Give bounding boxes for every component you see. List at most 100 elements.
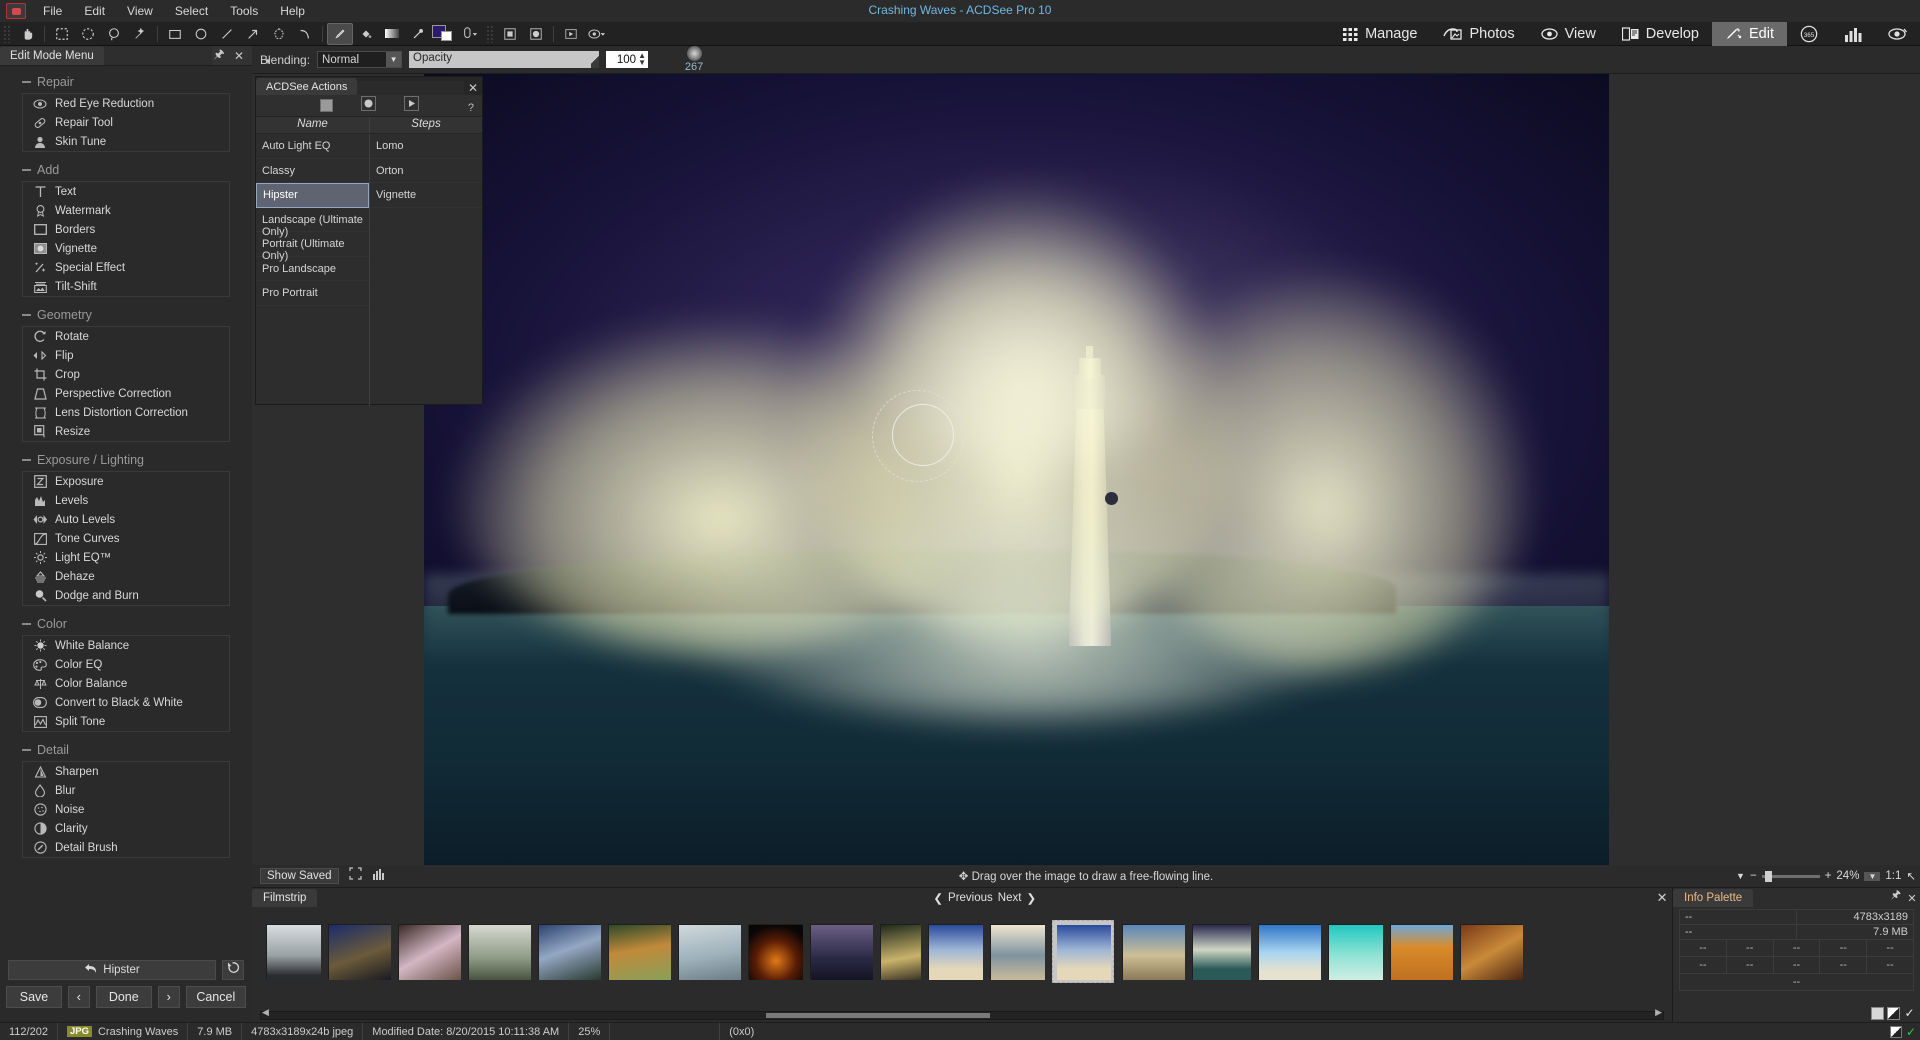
tool-noise[interactable]: Noise [23, 800, 229, 819]
tool-convert-to-black-and-white[interactable]: Convert to Black & White [23, 693, 229, 712]
fill-circle-icon[interactable] [523, 23, 549, 45]
line-tool-icon[interactable] [214, 23, 240, 45]
toolbar-grip-2[interactable] [486, 25, 495, 43]
zoom-slider-handle[interactable] [1765, 871, 1772, 882]
tool-dodge-and-burn[interactable]: Dodge and Burn [23, 586, 229, 605]
opacity-slider[interactable]: Opacity [409, 51, 599, 68]
actions-steps-column[interactable]: LomoOrtonVignette [370, 134, 482, 406]
done-button[interactable]: Done [96, 986, 152, 1008]
filmstrip-scrollbar[interactable]: ◀ ▶ [260, 1011, 1664, 1020]
filmstrip-thumbnail[interactable] [1390, 924, 1452, 979]
chevron-right-icon[interactable]: ❯ [1026, 891, 1036, 905]
filmstrip-thumbnails[interactable] [252, 907, 1672, 995]
rectangle-shape-icon[interactable] [162, 23, 188, 45]
fill-square-icon[interactable] [497, 23, 523, 45]
close-icon[interactable]: ✕ [464, 81, 482, 95]
action-row[interactable]: Hipster [256, 183, 369, 208]
checkmark-icon[interactable]: ✓ [1906, 1025, 1916, 1039]
magic-wand-icon[interactable] [127, 23, 153, 45]
tool-tone-curves[interactable]: Tone Curves [23, 529, 229, 548]
filmstrip-thumbnail[interactable] [1460, 924, 1522, 979]
draw-brush-icon[interactable] [327, 23, 353, 45]
mode-edit[interactable]: Edit [1712, 22, 1787, 46]
tool-repair-tool[interactable]: Repair Tool [23, 113, 229, 132]
tool-white-balance[interactable]: White Balance [23, 636, 229, 655]
ellipse-shape-icon[interactable] [188, 23, 214, 45]
tool-levels[interactable]: Levels [23, 491, 229, 510]
fill-bucket-icon[interactable] [353, 23, 379, 45]
filmstrip-thumbnail[interactable] [748, 924, 802, 979]
brush-size-widget[interactable]: 267 [677, 46, 711, 73]
channel-split-icon[interactable] [1887, 1007, 1900, 1020]
action-row[interactable]: Auto Light EQ [256, 134, 369, 159]
record-icon[interactable] [361, 96, 376, 116]
histogram-icon[interactable] [372, 867, 385, 885]
bucket-dropdown-icon[interactable] [457, 23, 483, 45]
play-icon[interactable] [404, 96, 419, 116]
tool-tilt-shift[interactable]: Tilt-Shift [23, 277, 229, 296]
chevron-down-icon[interactable]: ▼ [386, 52, 401, 67]
filmstrip-thumbnail[interactable] [538, 924, 600, 979]
zoom-slider[interactable] [1762, 875, 1820, 878]
fit-arrow-icon[interactable]: ↖ [1906, 869, 1916, 883]
polygon-tool-icon[interactable] [266, 23, 292, 45]
next-button[interactable]: Next [998, 892, 1022, 904]
mode-develop[interactable]: Develop [1609, 22, 1712, 46]
info-palette-tab[interactable]: Info Palette [1673, 889, 1753, 907]
zoom-dropdown-button[interactable]: ▼ [1864, 872, 1880, 881]
filmstrip-thumbnail[interactable] [1122, 924, 1184, 979]
gradient-icon[interactable] [379, 23, 405, 45]
tool-color-eq[interactable]: Color EQ [23, 655, 229, 674]
tool-perspective-correction[interactable]: Perspective Correction [23, 384, 229, 403]
tool-sharpen[interactable]: Sharpen [23, 762, 229, 781]
hand-tool-icon[interactable] [14, 23, 40, 45]
filmstrip-thumbnail[interactable] [810, 924, 872, 979]
lens-dropdown-icon[interactable] [584, 23, 610, 45]
tool-color-balance[interactable]: Color Balance [23, 674, 229, 693]
group-header-detail[interactable]: Detail [0, 738, 252, 761]
window-restore-icon[interactable] [1890, 1026, 1902, 1038]
filmstrip-thumbnail[interactable] [1192, 924, 1250, 979]
action-step-row[interactable]: Orton [370, 159, 482, 184]
group-header-exposure-lighting[interactable]: Exposure / Lighting [0, 448, 252, 471]
toolbar-grip[interactable] [3, 25, 12, 43]
mode-manage[interactable]: Manage [1330, 22, 1430, 46]
menu-tools[interactable]: Tools [219, 2, 269, 20]
photo-crashing-waves[interactable] [424, 74, 1609, 880]
zoom-out-icon[interactable]: − [1750, 870, 1757, 882]
menu-select[interactable]: Select [164, 2, 219, 20]
show-saved-button[interactable]: Show Saved [260, 868, 339, 884]
arrow-tool-icon[interactable] [240, 23, 266, 45]
tool-rotate[interactable]: Rotate [23, 327, 229, 346]
edit-panel-scroll[interactable]: Repair Red Eye Reduction Repair Tool Ski… [0, 66, 252, 956]
collapse-icon[interactable] [22, 749, 31, 751]
ellipse-select-icon[interactable] [75, 23, 101, 45]
tool-text[interactable]: Text [23, 182, 229, 201]
tool-detail-brush[interactable]: Detail Brush [23, 838, 229, 857]
cancel-button[interactable]: Cancel [186, 986, 246, 1008]
filmstrip-thumbnail[interactable] [608, 924, 670, 979]
fit-screen-icon[interactable] [349, 867, 362, 885]
tool-skin-tune[interactable]: Skin Tune [23, 132, 229, 151]
save-button[interactable]: Save [6, 986, 62, 1008]
reset-button[interactable] [222, 960, 244, 980]
menu-edit[interactable]: Edit [73, 2, 116, 20]
tool-clarity[interactable]: Clarity [23, 819, 229, 838]
pin-icon[interactable]: 🖈 [212, 45, 226, 66]
menu-file[interactable]: File [32, 2, 73, 20]
tool-vignette[interactable]: Vignette [23, 239, 229, 258]
menu-view[interactable]: View [116, 2, 164, 20]
image-canvas[interactable] [252, 74, 1920, 876]
spinner-icon[interactable]: ▲▼ [638, 52, 646, 66]
tool-light-eq[interactable]: Light EQ™ [23, 548, 229, 567]
edit-panel-tab[interactable]: Edit Mode Menu [0, 47, 104, 65]
tool-crop[interactable]: Crop [23, 365, 229, 384]
lasso-select-icon[interactable] [101, 23, 127, 45]
play-icon[interactable] [558, 23, 584, 45]
filmstrip-thumbnail[interactable] [1052, 920, 1114, 983]
brush-dropdown-icon[interactable]: ▼ [264, 57, 272, 66]
collapse-icon[interactable] [22, 169, 31, 171]
close-icon[interactable]: ✕ [232, 49, 246, 63]
undo-button[interactable]: Hipster [8, 960, 216, 980]
curve-tool-icon[interactable] [292, 23, 318, 45]
